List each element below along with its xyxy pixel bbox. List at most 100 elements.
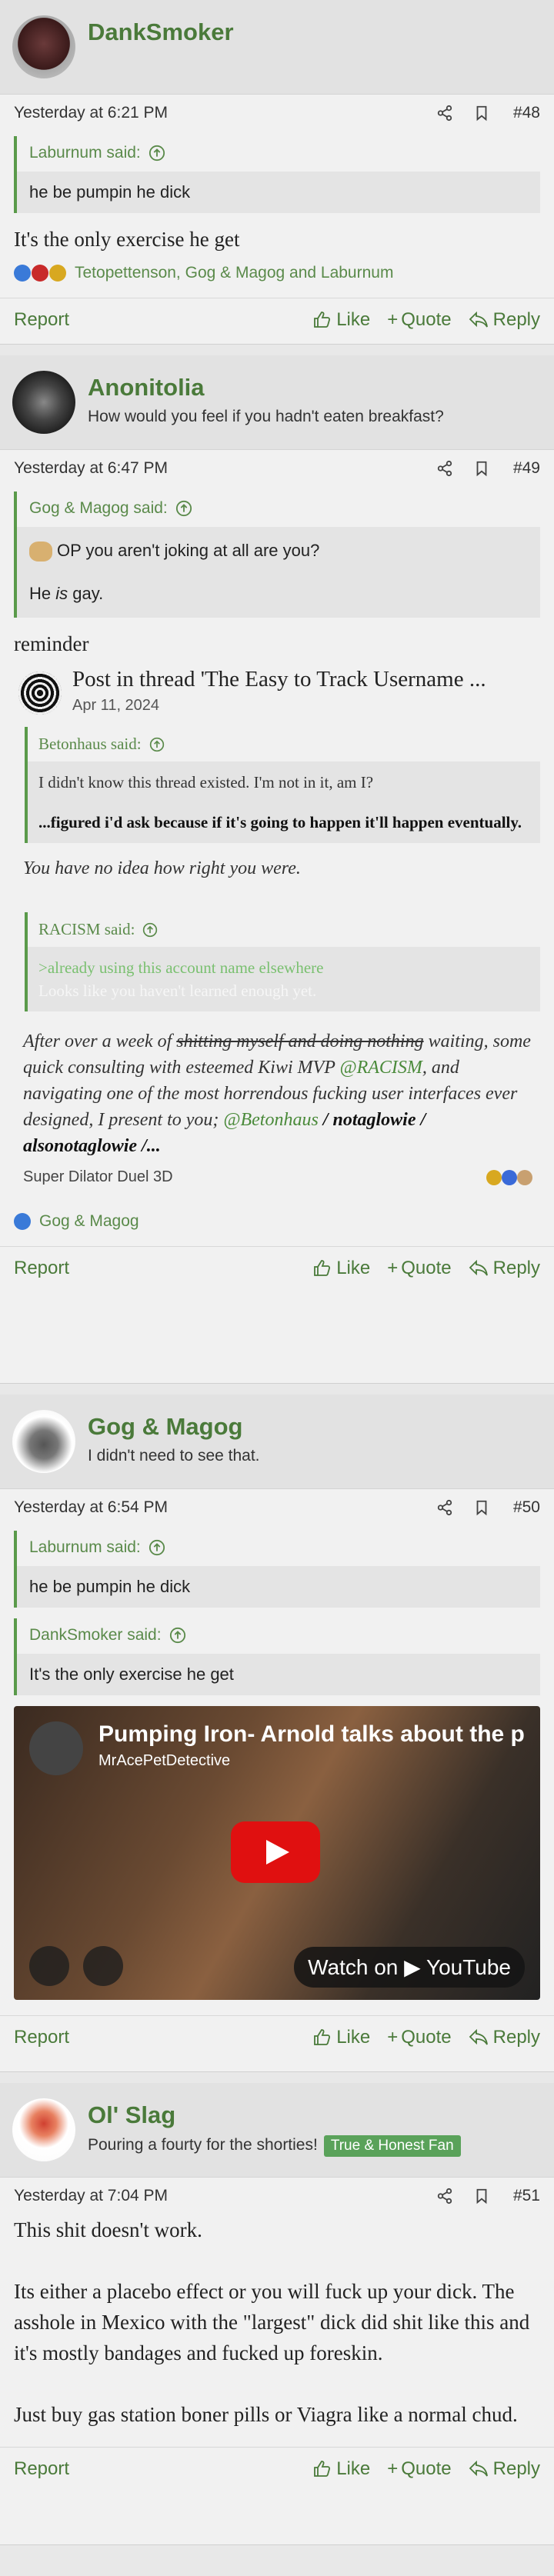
go-to-quote-icon[interactable] bbox=[142, 922, 158, 938]
reaction-icons bbox=[14, 265, 67, 282]
youtube-embed[interactable]: Pumping Iron- Arnold talks about the p M… bbox=[14, 1706, 540, 2000]
post-paragraph: Its either a placebo effect or you will … bbox=[14, 2280, 530, 2364]
go-to-quote-icon[interactable] bbox=[169, 1627, 186, 1644]
report-link[interactable]: Report bbox=[14, 309, 296, 331]
like-button[interactable]: Like bbox=[313, 309, 370, 331]
post: Gog & Magog I didn't need to see that. Y… bbox=[0, 1395, 554, 2072]
quote-button[interactable]: + Quote bbox=[387, 2027, 451, 2048]
share-video-icon[interactable] bbox=[29, 1946, 69, 1986]
avatar[interactable] bbox=[12, 15, 75, 78]
reactions-bar[interactable]: Gog & Magog bbox=[14, 1209, 540, 1238]
go-to-quote-icon[interactable] bbox=[149, 1539, 165, 1556]
go-to-quote-icon[interactable] bbox=[149, 145, 165, 162]
quote-author-text: Laburnum said: bbox=[29, 144, 141, 162]
quote-author[interactable]: DankSmoker said: bbox=[17, 1618, 540, 1654]
like-button[interactable]: Like bbox=[313, 2027, 370, 2048]
reply-label: Reply bbox=[492, 2458, 540, 2479]
user-title-text: Pouring a fourty for the shorties! bbox=[88, 2136, 318, 2154]
post-actions: Report Like + Quote Reply bbox=[0, 2015, 554, 2058]
username[interactable]: Gog & Magog bbox=[88, 1413, 260, 1441]
post-date[interactable]: Yesterday at 6:47 PM bbox=[14, 459, 416, 478]
embed-paragraph-part: After over a week of bbox=[23, 1031, 177, 1051]
bookmark-icon[interactable] bbox=[473, 2188, 490, 2204]
post-text: reminder bbox=[14, 632, 89, 655]
go-to-quote-icon[interactable] bbox=[175, 500, 192, 517]
quote-text: he be pumpin he dick bbox=[29, 1577, 191, 1596]
play-button-icon[interactable] bbox=[231, 1821, 320, 1883]
quote-author[interactable]: Gog & Magog said: bbox=[17, 492, 540, 527]
share-icon[interactable] bbox=[436, 105, 453, 122]
username[interactable]: Ol' Slag bbox=[88, 2101, 461, 2129]
quote-author[interactable]: RACISM said: bbox=[28, 912, 540, 947]
post-date[interactable]: Yesterday at 6:21 PM bbox=[14, 104, 416, 122]
avatar[interactable] bbox=[12, 371, 75, 434]
bookmark-icon[interactable] bbox=[473, 1499, 490, 1516]
plus-icon: + bbox=[387, 309, 399, 330]
quote-block: Betonhaus said: I didn't know this threa… bbox=[25, 727, 540, 843]
post-number[interactable]: #51 bbox=[513, 2187, 540, 2205]
reply-label: Reply bbox=[492, 309, 540, 330]
user-title: How would you feel if you hadn't eaten b… bbox=[88, 408, 444, 425]
quote-button[interactable]: + Quote bbox=[387, 309, 451, 331]
reply-button[interactable]: Reply bbox=[469, 2458, 540, 2480]
avatar[interactable] bbox=[12, 1410, 75, 1473]
quote-button[interactable]: + Quote bbox=[387, 1258, 451, 1279]
report-link[interactable]: Report bbox=[14, 2027, 296, 2048]
post-actions: Report Like + Quote Reply bbox=[0, 2447, 554, 2489]
like-button[interactable]: Like bbox=[313, 1258, 370, 1279]
reply-button[interactable]: Reply bbox=[469, 1258, 540, 1279]
watch-later-icon[interactable] bbox=[83, 1946, 123, 1986]
like-reaction-icon bbox=[14, 1213, 31, 1230]
quote-author[interactable]: Laburnum said: bbox=[17, 136, 540, 172]
embed-title[interactable]: Post in thread 'The Easy to Track Userna… bbox=[72, 667, 486, 692]
post-paragraph: This shit doesn't work. bbox=[14, 2218, 202, 2241]
reactions-users[interactable]: Gog & Magog bbox=[39, 1212, 139, 1231]
post-number[interactable]: #50 bbox=[513, 1498, 540, 1517]
watch-on-youtube-button[interactable]: Watch on ▶ YouTube bbox=[294, 1947, 525, 1988]
post: Ol' Slag Pouring a fourty for the shorti… bbox=[0, 2083, 554, 2545]
embedded-post[interactable]: Post in thread 'The Easy to Track Userna… bbox=[14, 667, 540, 1186]
share-icon[interactable] bbox=[436, 460, 453, 477]
quote-line: ...figured i'd ask because if it's going… bbox=[38, 813, 522, 831]
share-icon[interactable] bbox=[436, 2188, 453, 2204]
greentext-line: >already using this account name elsewhe… bbox=[38, 958, 324, 977]
quote-label: Quote bbox=[401, 2458, 452, 2479]
username[interactable]: Anonitolia bbox=[88, 374, 444, 402]
quote-author[interactable]: Betonhaus said: bbox=[28, 727, 540, 761]
reactions-users[interactable]: Tetopettenson, Gog & Magog and Laburnum bbox=[75, 264, 393, 282]
avatar[interactable] bbox=[12, 2098, 75, 2161]
go-to-quote-icon[interactable] bbox=[149, 737, 165, 752]
post-date[interactable]: Yesterday at 7:04 PM bbox=[14, 2187, 416, 2205]
report-link[interactable]: Report bbox=[14, 2458, 296, 2480]
reply-label: Reply bbox=[492, 1258, 540, 1278]
report-link[interactable]: Report bbox=[14, 1258, 296, 1279]
reactions-bar[interactable]: Tetopettenson, Gog & Magog and Laburnum bbox=[14, 261, 540, 290]
quote-block: DankSmoker said: It's the only exercise … bbox=[14, 1618, 540, 1695]
post-number[interactable]: #49 bbox=[513, 459, 540, 478]
username[interactable]: DankSmoker bbox=[88, 18, 234, 46]
user-mention[interactable]: @RACISM bbox=[340, 1058, 422, 1078]
like-button[interactable]: Like bbox=[313, 2458, 370, 2480]
quote-line: OP you aren't joking at all are you? bbox=[29, 538, 528, 564]
post-meta: Yesterday at 6:47 PM #49 bbox=[0, 450, 554, 487]
share-icon[interactable] bbox=[436, 1499, 453, 1516]
reply-icon bbox=[469, 2461, 488, 2477]
video-channel[interactable]: MrAcePetDetective bbox=[98, 1752, 230, 1770]
reply-button[interactable]: Reply bbox=[469, 309, 540, 331]
post-number[interactable]: #48 bbox=[513, 104, 540, 122]
quote-text: he be pumpin he dick bbox=[29, 182, 191, 202]
post-header: DankSmoker bbox=[0, 0, 554, 95]
quote-author[interactable]: Laburnum said: bbox=[17, 1531, 540, 1566]
post-header: Gog & Magog I didn't need to see that. bbox=[0, 1395, 554, 1489]
user-mention[interactable]: @Betonhaus bbox=[223, 1110, 318, 1130]
user-banner-badge: True & Honest Fan bbox=[323, 2135, 461, 2157]
bookmark-icon[interactable] bbox=[473, 460, 490, 477]
channel-avatar[interactable] bbox=[29, 1721, 83, 1775]
quote-line-part: He bbox=[29, 584, 56, 603]
quote-button[interactable]: + Quote bbox=[387, 2458, 451, 2480]
bookmark-icon[interactable] bbox=[473, 105, 490, 122]
video-title[interactable]: Pumping Iron- Arnold talks about the p bbox=[98, 1721, 525, 1748]
reply-button[interactable]: Reply bbox=[469, 2027, 540, 2048]
post-date[interactable]: Yesterday at 6:54 PM bbox=[14, 1498, 416, 1517]
like-label: Like bbox=[336, 2027, 371, 2048]
